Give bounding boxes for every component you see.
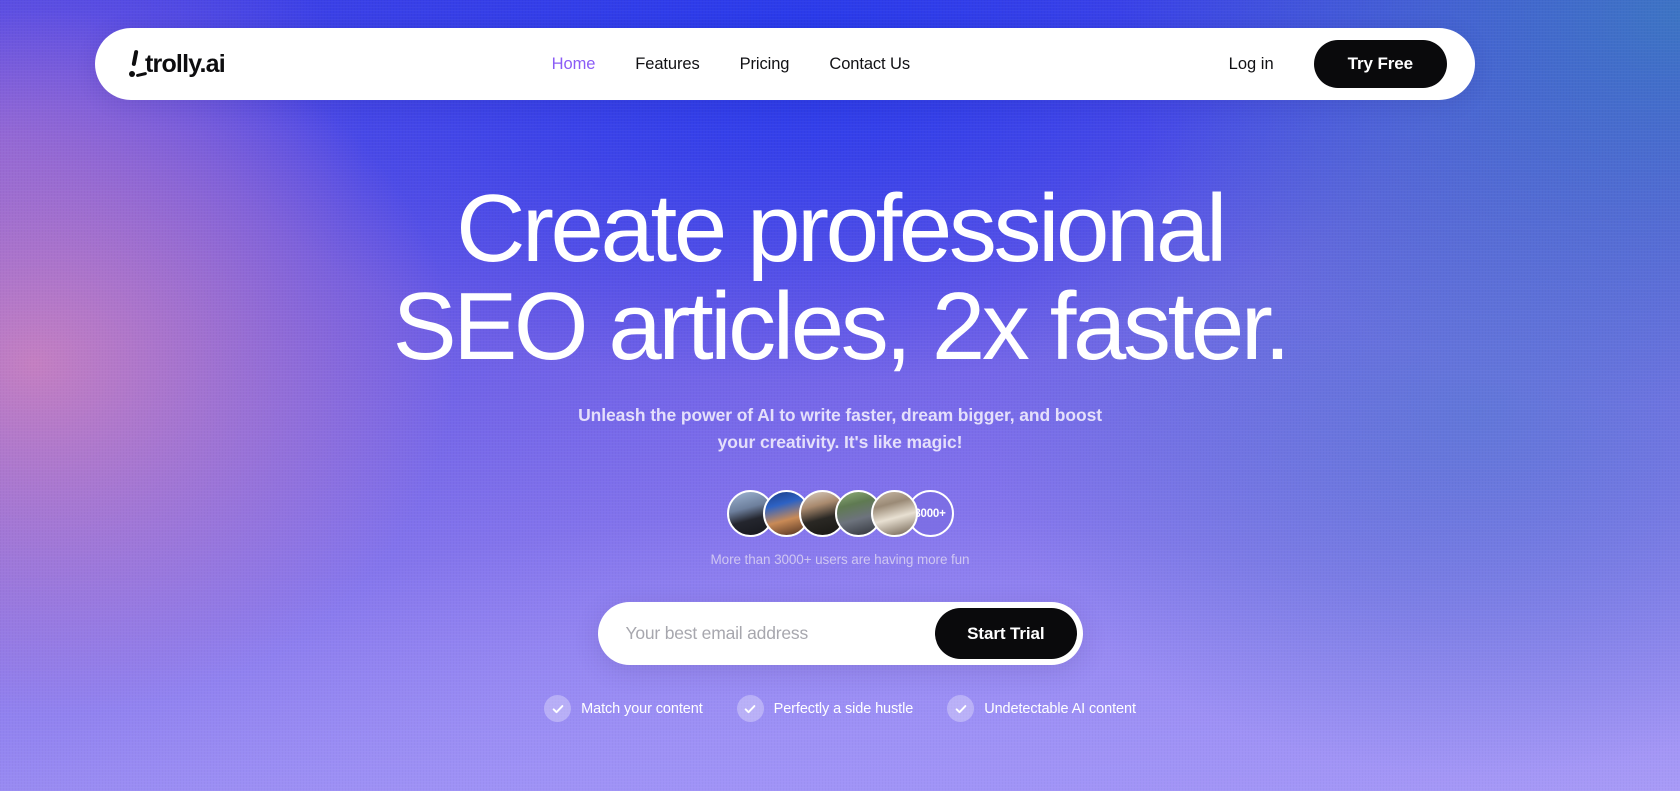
feature-item-perfectly-a-side-hustle: Perfectly a side hustle [736, 695, 914, 723]
avatar [870, 490, 918, 538]
check-icon [736, 695, 764, 723]
social-proof: 3000+ More than 3000+ users are having m… [0, 490, 1680, 567]
headline-line-1: Create professional [456, 175, 1227, 282]
email-input[interactable] [597, 623, 936, 645]
feature-label: Match your content [581, 700, 703, 717]
feature-item-match-your-content: Match your content [544, 695, 703, 723]
feature-label: Perfectly a side hustle [773, 700, 914, 717]
feature-highlights: Match your content Perfectly a side hust… [0, 695, 1680, 723]
headline-line-2: SEO articles, 2x faster. [392, 272, 1291, 380]
feature-item-undetectable-ai-content: Undetectable AI content [947, 695, 1136, 723]
avatar-group: 3000+ [726, 490, 954, 538]
signup-form: Start Trial [597, 602, 1083, 666]
check-icon [544, 695, 572, 723]
subtitle-line-1: Unleash the power of AI to write faster,… [578, 404, 1102, 425]
social-proof-caption: More than 3000+ users are having more fu… [710, 552, 970, 568]
hero-subtitle: Unleash the power of AI to write faster,… [0, 402, 1680, 456]
subtitle-line-2: your creativity. It's like magic! [717, 431, 963, 452]
feature-label: Undetectable AI content [984, 700, 1136, 717]
start-trial-button[interactable]: Start Trial [935, 608, 1077, 660]
signup-form-wrapper: Start Trial [0, 602, 1680, 666]
check-icon [947, 695, 975, 723]
hero-section: Create professional SEO articles, 2x fas… [0, 0, 1680, 723]
landing-page: trolly.ai Home Features Pricing Contact … [0, 0, 1680, 791]
page-title: Create professional SEO articles, 2x fas… [0, 180, 1680, 376]
